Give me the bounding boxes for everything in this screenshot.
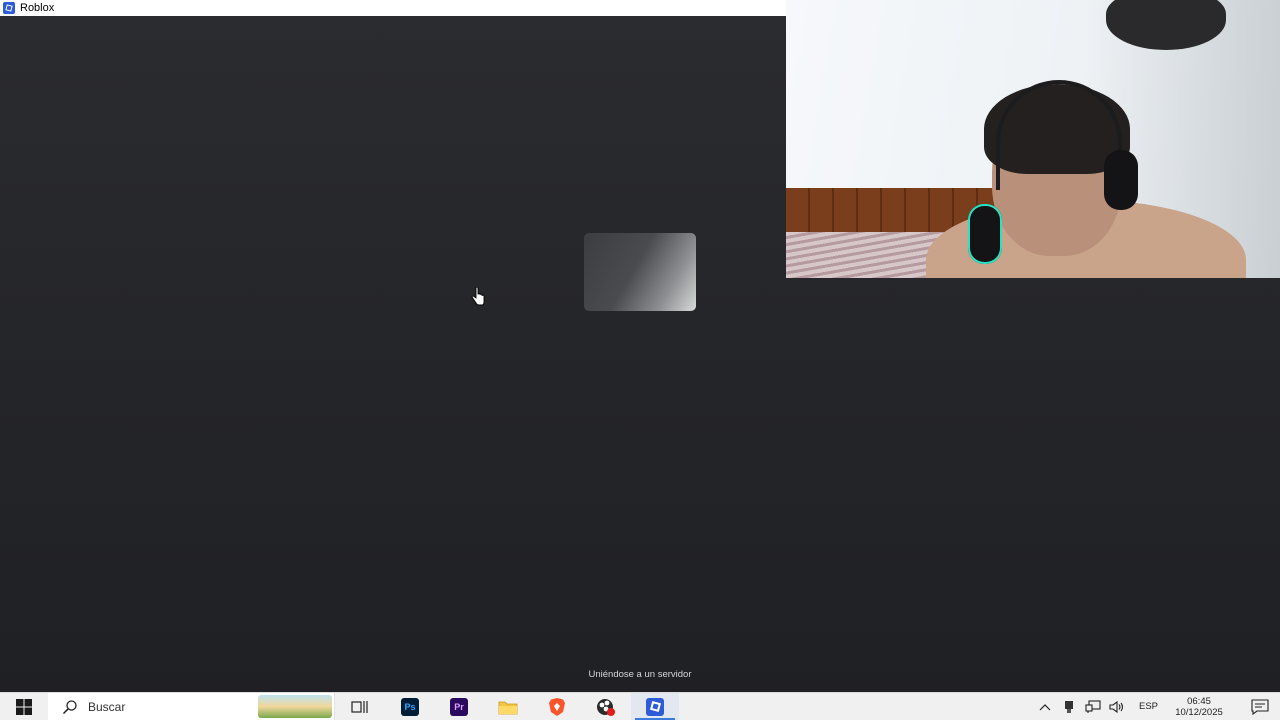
taskbar-app-premiere[interactable]: Pr <box>435 693 483 720</box>
clock-date: 10/12/2025 <box>1175 706 1223 718</box>
taskbar-app-brave[interactable] <box>533 693 581 720</box>
brave-icon <box>549 697 565 716</box>
network-icon <box>1085 699 1101 713</box>
start-button[interactable] <box>0 693 48 720</box>
webcam-overlay <box>786 0 1280 278</box>
task-view-icon <box>351 700 368 713</box>
volume-button[interactable] <box>1105 693 1129 720</box>
notification-icon <box>1251 698 1269 715</box>
loading-status-text: Uniéndose a un servidor <box>588 669 692 680</box>
usb-device-icon <box>1064 700 1073 713</box>
window-titlebar[interactable]: Roblox <box>0 0 786 16</box>
network-button[interactable] <box>1081 693 1105 720</box>
file-explorer-icon <box>498 701 518 714</box>
search-placeholder: Buscar <box>88 699 126 714</box>
taskbar-app-obs[interactable] <box>582 693 630 720</box>
taskbar: Buscar Ps Pr ESP 06:45 10/12/2025 <box>0 692 1280 720</box>
taskbar-app-photoshop[interactable]: Ps <box>386 693 434 720</box>
task-view-button[interactable] <box>336 693 384 720</box>
window-title: Roblox <box>20 2 55 14</box>
taskbar-app-roblox[interactable] <box>631 693 679 720</box>
hand-cursor-icon <box>471 287 485 306</box>
input-language[interactable]: ESP <box>1139 701 1158 712</box>
notification-center-button[interactable] <box>1240 693 1280 720</box>
chevron-up-icon <box>1039 703 1051 710</box>
premiere-icon: Pr <box>450 697 468 716</box>
show-hidden-icons-button[interactable] <box>1033 693 1057 720</box>
desktop: Roblox Uniéndose a un servidor Buscar Ps… <box>0 0 1280 720</box>
photoshop-icon: Ps <box>401 697 419 716</box>
search-icon <box>62 699 77 714</box>
clock-time: 06:45 <box>1187 695 1211 707</box>
system-tray: ESP 06:45 10/12/2025 <box>1033 693 1280 720</box>
windows-logo-icon <box>16 698 32 715</box>
search-highlight-image <box>258 695 332 718</box>
clock[interactable]: 06:45 10/12/2025 <box>1168 696 1230 718</box>
search-box[interactable]: Buscar <box>48 693 335 720</box>
speaker-icon <box>1109 700 1124 713</box>
roblox-icon <box>646 697 664 716</box>
obs-icon <box>597 698 615 716</box>
roblox-icon <box>3 2 15 14</box>
usb-device-button[interactable] <box>1057 693 1081 720</box>
loading-thumbnail <box>584 233 696 311</box>
taskbar-app-file-explorer[interactable] <box>484 693 532 720</box>
